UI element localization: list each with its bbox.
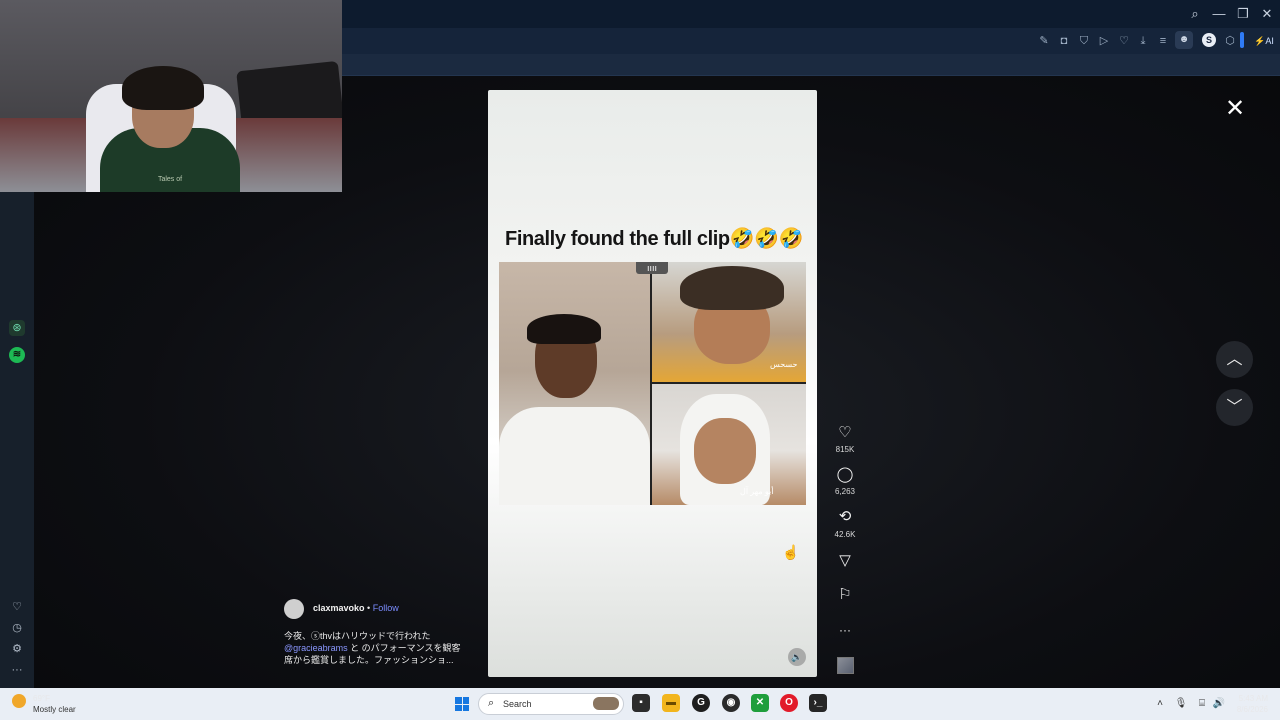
description-line: 今夜、ⓢthvはハリウッドで行われた xyxy=(284,631,431,641)
shield-icon[interactable]: ⛉ xyxy=(1076,33,1092,49)
chatgpt-icon[interactable]: ⊛ xyxy=(9,320,25,336)
terminal-icon[interactable]: ›_ xyxy=(809,694,827,712)
video-collage: حسحس أبو مهر آل ıııı xyxy=(499,262,806,505)
follow-button[interactable]: Follow xyxy=(373,603,399,613)
download-icon[interactable]: ⤓ xyxy=(1135,33,1151,49)
heart-icon[interactable]: ♡ xyxy=(1116,33,1132,49)
settings-icon[interactable]: ⚙ xyxy=(9,641,25,657)
video-caption: Finally found the full clip🤣🤣🤣 xyxy=(505,228,804,250)
overlay-name: حسحس xyxy=(770,360,798,369)
like-count: 815K xyxy=(835,445,855,454)
repost-count: 42.6K xyxy=(834,530,856,539)
start-button[interactable] xyxy=(455,697,469,711)
profile-icon[interactable]: ☻ xyxy=(1175,31,1193,49)
hand-cursor-icon: ☝ xyxy=(782,544,800,560)
extensions-icon[interactable]: ⬡ xyxy=(1222,33,1238,49)
more-options-icon[interactable]: ··· xyxy=(836,621,854,639)
search-placeholder: Search xyxy=(503,699,532,709)
previous-video-button[interactable]: ︿ xyxy=(1216,341,1253,378)
weather-temperature[interactable]: 69°F xyxy=(33,694,50,703)
chrome-app-icon[interactable]: G xyxy=(692,694,710,712)
author-name[interactable]: claxmavoko xyxy=(313,603,365,613)
shirt-print: Tales of xyxy=(157,176,183,183)
clock-time[interactable]: 5:43 AM xyxy=(1236,694,1268,703)
ai-label: AI xyxy=(1265,36,1274,46)
search-highlight-image xyxy=(593,697,619,710)
play-icon[interactable]: ▷ xyxy=(1096,33,1112,49)
next-video-button[interactable]: ﹀ xyxy=(1216,389,1253,426)
spotify-icon[interactable]: ≋ xyxy=(9,347,25,363)
history-icon[interactable]: ◷ xyxy=(9,620,25,636)
separator: • xyxy=(367,603,371,613)
menu-icon[interactable]: ≡ xyxy=(1155,33,1171,49)
face-image xyxy=(694,418,756,484)
description-line: 席から鑑賞しました。ファッションショ... xyxy=(284,655,454,665)
ai-button[interactable]: ⚡AI xyxy=(1252,32,1276,50)
minimize-icon[interactable]: — xyxy=(1209,6,1229,22)
search-icon: ⌕ xyxy=(488,697,495,709)
comment-icon[interactable]: ◯ xyxy=(836,466,854,484)
description-text: と のパフォーマンスを観客 xyxy=(347,643,461,653)
volume-tray-icon[interactable]: 🔊 xyxy=(1212,698,1226,709)
edit-icon[interactable]: ✎ xyxy=(1036,33,1052,49)
mention-link[interactable]: @gracieabrams xyxy=(284,643,348,653)
repost-icon[interactable]: ⟲ xyxy=(836,508,854,526)
file-explorer-icon[interactable]: ▬ xyxy=(662,694,680,712)
search-icon[interactable]: ⌕ xyxy=(1185,6,1205,22)
volume-icon[interactable]: 🔈 xyxy=(788,648,806,666)
microphone-icon[interactable]: 🎙 xyxy=(1174,698,1188,709)
author-line: claxmavoko • Follow xyxy=(313,603,399,613)
weather-description[interactable]: Mostly clear xyxy=(33,705,76,714)
task-view-icon[interactable]: ▪ xyxy=(632,694,650,712)
overlay-name: أبو مهر آل xyxy=(740,487,774,496)
close-window-icon[interactable]: ✕ xyxy=(1257,6,1277,22)
description-line-2: @gracieabrams と のパフォーマンスを観客 xyxy=(284,642,474,654)
weather-icon[interactable] xyxy=(12,694,26,708)
camera-icon[interactable]: ◘ xyxy=(1056,33,1072,49)
restore-icon[interactable]: ❐ xyxy=(1233,6,1253,22)
sound-thumbnail[interactable] xyxy=(837,657,854,674)
active-indicator xyxy=(1240,32,1244,48)
collage-bottom-right-panel: أبو مهر آل xyxy=(652,384,806,505)
account-avatar[interactable]: S xyxy=(1202,33,1216,47)
collage-left-panel xyxy=(499,262,650,505)
like-icon[interactable]: ♡ xyxy=(836,424,854,442)
network-icon[interactable]: ⌸ xyxy=(1195,698,1209,709)
heart-icon[interactable]: ♡ xyxy=(9,599,25,615)
hair-image xyxy=(527,314,601,344)
comment-count: 6,263 xyxy=(834,487,856,496)
webcam-hair xyxy=(122,66,204,110)
webcam-overlay: Tales of xyxy=(0,0,342,192)
opera-icon[interactable]: O xyxy=(780,694,798,712)
obs-icon[interactable]: ◉ xyxy=(722,694,740,712)
share-icon[interactable]: ▽ xyxy=(836,552,854,570)
clock-date[interactable]: 8/6/2026 xyxy=(1226,705,1268,714)
collage-top-right-panel: حسحس xyxy=(652,262,806,382)
pause-icon[interactable]: ıııı xyxy=(636,262,668,274)
xbox-icon[interactable]: ✕ xyxy=(751,694,769,712)
close-icon[interactable]: ✕ xyxy=(1224,97,1246,121)
post-description[interactable]: 今夜、ⓢthvはハリウッドで行われた @gracieabrams と のパフォー… xyxy=(284,630,474,666)
more-icon[interactable]: ··· xyxy=(9,662,25,678)
white-thobe xyxy=(499,407,650,505)
bookmark-icon[interactable]: ⚐ xyxy=(836,586,854,604)
headwrap-image xyxy=(680,266,784,310)
tray-expand-icon[interactable]: ˄ xyxy=(1153,698,1167,709)
author-avatar[interactable] xyxy=(284,599,304,619)
